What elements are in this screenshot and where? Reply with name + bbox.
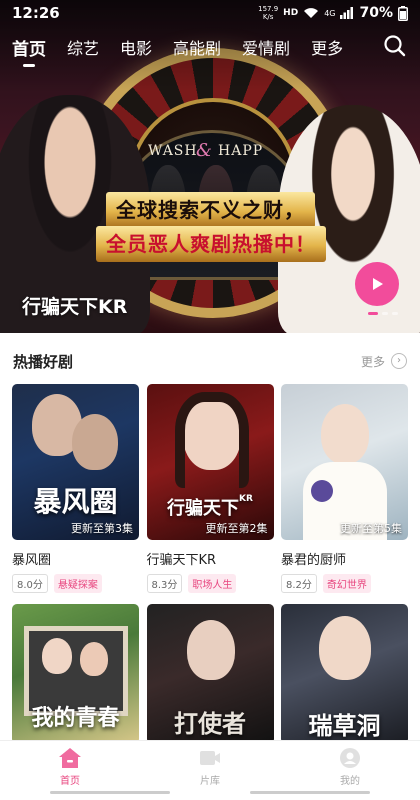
hero-dot [382,312,388,315]
drama-tags: 8.3分 职场人生 [146,574,274,593]
hero-dot [368,312,378,315]
poster-figure [42,638,72,674]
poster-flowers [311,480,333,502]
poster-title-art: 打使者 [174,710,246,738]
status-bar: 12:26 157.9 K/s HD 4G 70% [0,0,420,26]
search-icon[interactable] [382,33,408,59]
status-indicators: 157.9 K/s HD 4G 70% [258,5,408,21]
drama-card[interactable]: 更新至第5集 暴君的厨师 8.2分 奇幻世界 [281,384,408,593]
poster-figure [72,414,118,470]
network-speed: 157.9 K/s [258,5,278,21]
tab-variety[interactable]: 综艺 [67,35,99,59]
profile-icon [340,748,360,768]
poster-figure [319,616,371,680]
poster-title-art: 行骗天下KR [147,494,274,520]
play-icon [373,278,383,290]
poster-title-art: 我的青春 [31,706,120,731]
battery-level: 70% [359,5,393,21]
drama-card[interactable]: 打使者 [146,604,274,744]
hero-pagination [368,312,398,315]
app-root: WASH & HAPP 全球搜索不义之财， 全员恶人爽剧热播中！ 行骗天下KR … [0,0,420,800]
tab-bar-label: 首页 [60,776,80,787]
drama-card[interactable]: 我的青春 [12,604,139,744]
poster-hair [174,392,249,488]
wifi-icon [304,8,319,18]
section-title: 热播好剧 [13,352,74,371]
hero-title[interactable]: 行骗天下KR [22,292,127,319]
hero-tagline-1: 全球搜索不义之财， [106,192,315,228]
network-speed-unit: K/s [262,13,274,21]
poster-figure [186,620,235,680]
poster-title-art: 瑞草洞 [308,712,381,740]
genre-tag: 职场人生 [188,574,237,593]
drama-title: 行骗天下KR [146,553,217,568]
drama-poster: 打使者 [146,604,274,744]
score-badge: 8.2分 [281,574,317,593]
hero-dot [392,312,398,315]
hero-poster-text: HAPP [218,143,264,159]
hero-poster-text: WASH [148,143,198,159]
drama-title: 暴风圈 [12,553,52,568]
episode-badge: 更新至第2集 [205,522,268,535]
network-type: 4G [324,8,336,18]
play-button[interactable] [355,262,399,306]
drama-poster: 暴风圈 更新至第3集 [12,384,139,540]
more-label: 更多 [360,354,385,369]
battery-icon [398,5,408,21]
hero-tagline-2: 全员恶人爽剧热播中！ [96,226,326,262]
tab-more[interactable]: 更多 [311,35,343,59]
signal-icon [340,7,354,19]
tab-bar-label: 片库 [200,776,220,787]
drama-card[interactable]: 行骗天下KR 更新至第2集 行骗天下KR 8.3分 职场人生 [146,384,274,593]
episode-badge: 更新至第5集 [340,522,402,535]
tab-bar-label: 我的 [340,776,360,787]
tab-thriller[interactable]: 高能剧 [173,35,221,59]
poster-title-art: 暴风圈 [33,485,118,518]
video-icon [200,751,220,765]
tab-romance[interactable]: 爱情剧 [242,35,290,59]
poster-title-main: 行骗天下 [167,498,240,519]
chevron-right-icon: › [391,353,407,369]
hd-badge: HD [283,8,299,18]
more-link[interactable]: 更多 › [361,353,407,370]
status-time: 12:26 [12,4,60,22]
drama-title: 暴君的厨师 [281,553,347,568]
score-badge: 8.3分 [146,574,183,593]
hero-poster-amp: & [196,140,213,161]
hot-section-header: 热播好剧 更多 › [0,343,420,379]
drama-poster: 行骗天下KR 更新至第2集 [146,384,274,540]
genre-tag: 奇幻世界 [322,574,371,593]
drama-poster: 更新至第5集 [281,384,408,540]
drama-card[interactable]: 暴风圈 更新至第3集 暴风圈 8.0分 悬疑探案 [12,384,139,593]
gesture-bar [250,791,370,794]
category-nav: 首页 综艺 电影 高能剧 爱情剧 更多 [0,30,420,67]
poster-figure [321,404,369,464]
drama-tags: 8.0分 悬疑探案 [12,574,139,593]
drama-tags: 8.2分 奇幻世界 [281,574,408,593]
home-icon [59,748,81,768]
tab-home[interactable]: 首页 [12,35,46,67]
tab-movies[interactable]: 电影 [120,35,152,59]
poster-title-suffix: KR [239,494,253,504]
genre-tag: 悬疑探案 [53,574,102,593]
drama-poster: 瑞草洞 [281,604,408,744]
gesture-bar [50,791,170,794]
network-speed-value: 157.9 [258,5,279,13]
episode-badge: 更新至第3集 [71,522,133,535]
drama-poster: 我的青春 [12,604,139,744]
score-badge: 8.0分 [12,574,48,593]
drama-card[interactable]: 瑞草洞 [281,604,408,744]
poster-figure [80,642,108,676]
